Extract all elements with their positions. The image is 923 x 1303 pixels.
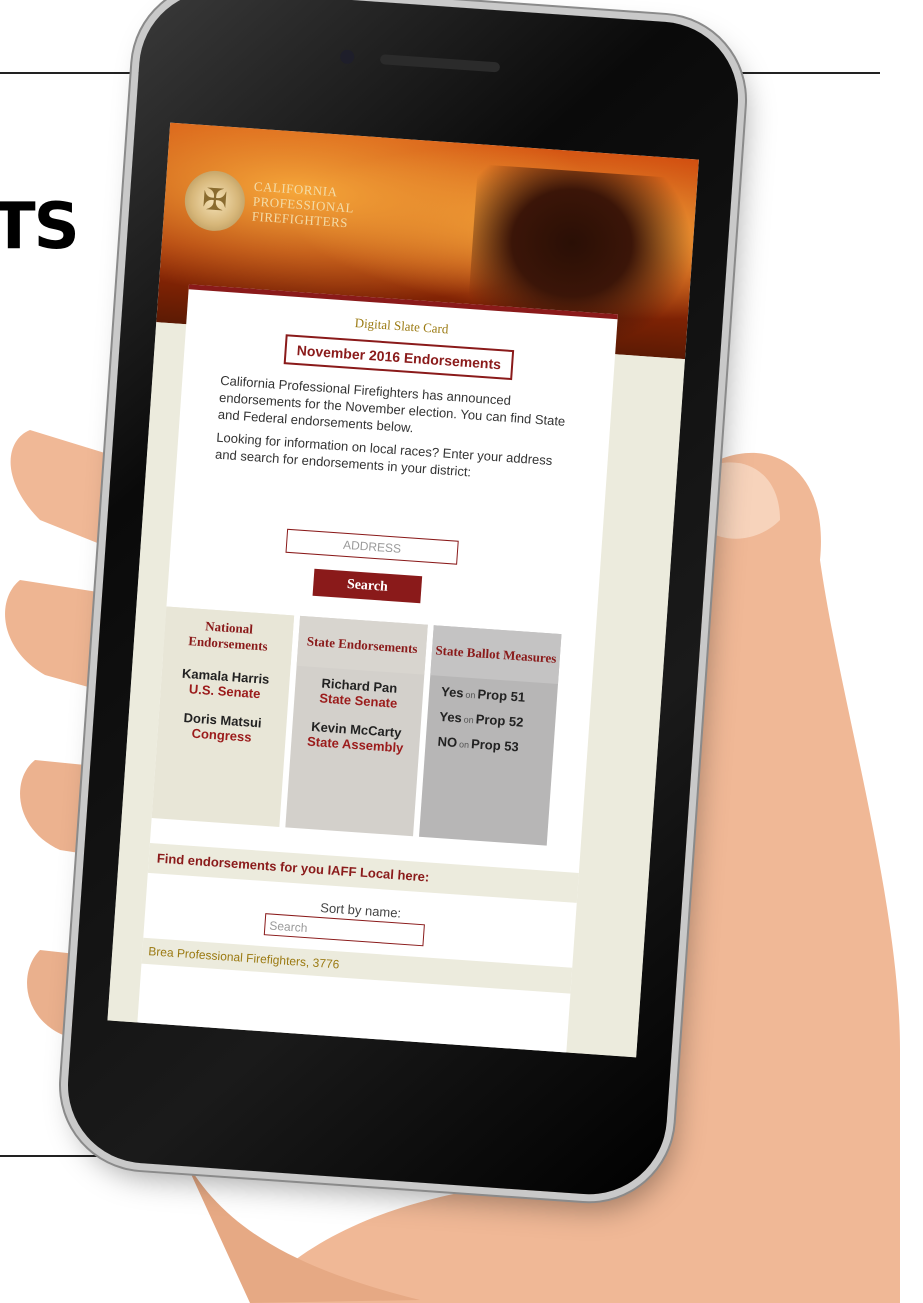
logo-wordmark: CALIFORNIA PROFESSIONAL FIREFIGHTERS bbox=[251, 178, 355, 231]
column-heading: State Ballot Measures bbox=[430, 625, 562, 685]
ballot-measure-entry[interactable]: NOonProp 53 bbox=[425, 733, 554, 757]
phone-camera bbox=[339, 49, 355, 65]
ballot-measure-entry[interactable]: YesonProp 52 bbox=[427, 708, 556, 732]
candidate-entry[interactable]: Kevin McCarty State Assembly bbox=[291, 718, 421, 757]
page-heading-fragment: TS bbox=[0, 190, 80, 264]
phone-speaker bbox=[379, 54, 501, 73]
endorsements-title: November 2016 Endorsements bbox=[283, 334, 515, 381]
address-input[interactable]: ADDRESS bbox=[285, 528, 459, 565]
content-card: Digital Slate Card November 2016 Endorse… bbox=[137, 284, 618, 1058]
firefighters-logo-icon: ✠ bbox=[182, 168, 247, 233]
local-result-item[interactable]: Brea Professional Firefighters, 3776 bbox=[141, 937, 573, 994]
column-heading: State Endorsements bbox=[296, 615, 428, 675]
national-endorsements-column: National Endorsements Kamala Harris U.S.… bbox=[151, 606, 295, 827]
ballot-measures-column: State Ballot Measures YesonProp 51 Yeson… bbox=[419, 625, 562, 846]
state-endorsements-column: State Endorsements Richard Pan State Sen… bbox=[285, 615, 428, 837]
candidate-entry[interactable]: Richard Pan State Senate bbox=[294, 674, 424, 713]
column-heading: National Endorsements bbox=[162, 606, 295, 666]
ballot-measure-entry[interactable]: YesonProp 51 bbox=[429, 683, 558, 707]
candidate-entry[interactable]: Kamala Harris U.S. Senate bbox=[160, 664, 290, 703]
phone-screen: ✠ CALIFORNIA PROFESSIONAL FIREFIGHTERS D… bbox=[107, 122, 699, 1058]
smartphone: ✠ CALIFORNIA PROFESSIONAL FIREFIGHTERS D… bbox=[62, 0, 744, 1200]
intro-text: California Professional Firefighters has… bbox=[214, 372, 575, 494]
search-button[interactable]: Search bbox=[312, 568, 423, 604]
candidate-entry[interactable]: Doris Matsui Congress bbox=[157, 708, 287, 747]
